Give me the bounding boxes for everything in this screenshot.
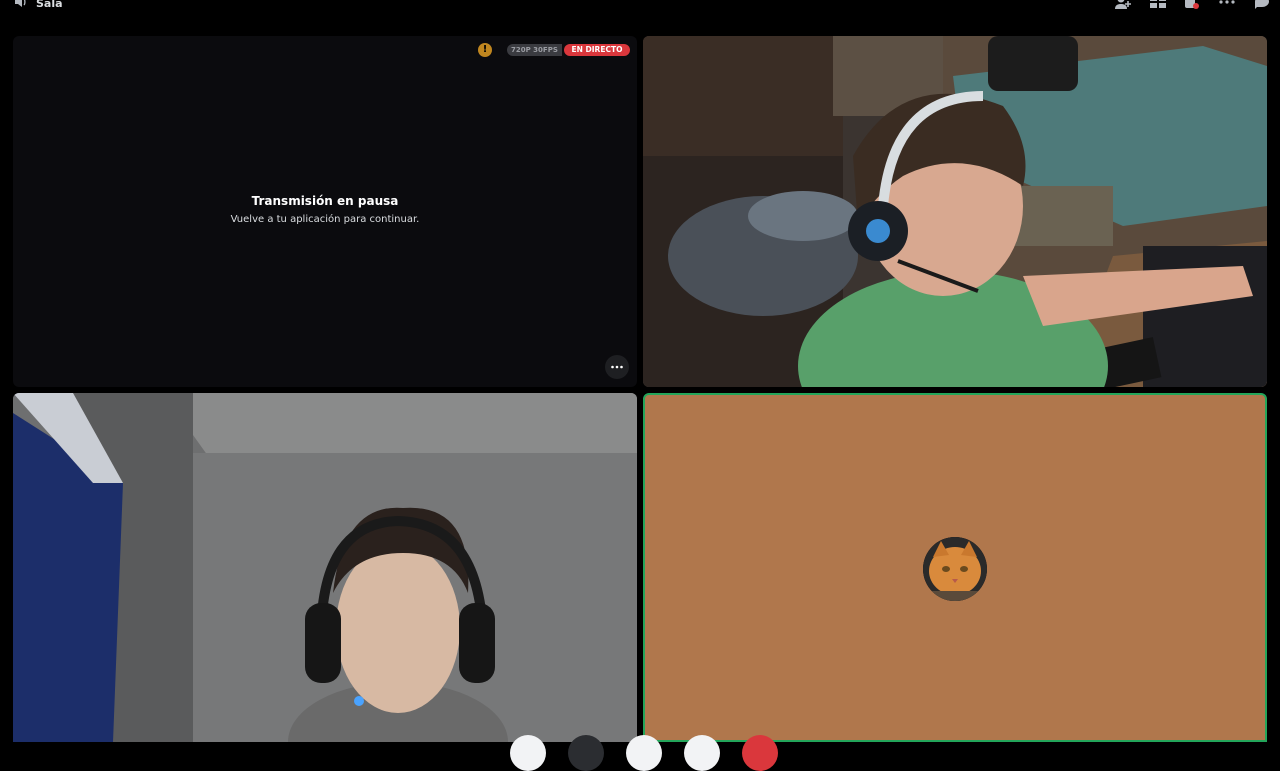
- camera-tile[interactable]: [643, 36, 1267, 387]
- call-controls: [510, 735, 778, 771]
- activity-button[interactable]: [626, 735, 662, 771]
- more-icon[interactable]: [1218, 0, 1236, 10]
- quality-badge: 720P 30FPS: [507, 44, 562, 56]
- soundboard-button[interactable]: [684, 735, 720, 771]
- activities-icon[interactable]: [1184, 0, 1200, 10]
- top-bar: Sala: [0, 0, 1280, 14]
- grid-layout-icon[interactable]: [1150, 0, 1166, 10]
- warning-icon[interactable]: !: [478, 43, 492, 57]
- add-member-icon[interactable]: [1114, 0, 1132, 10]
- avatar: [923, 537, 987, 601]
- camera-video: [643, 36, 1267, 387]
- paused-title: Transmisión en pausa: [251, 194, 399, 208]
- share-screen-button[interactable]: [568, 735, 604, 771]
- paused-subtitle: Vuelve a tu aplicación para continuar.: [230, 214, 420, 225]
- more-options-button[interactable]: [605, 355, 629, 379]
- camera-tile[interactable]: [13, 393, 637, 742]
- avatar-tile[interactable]: [643, 393, 1267, 742]
- chat-icon[interactable]: [1254, 0, 1270, 10]
- channel-header: Sala: [14, 0, 63, 11]
- camera-video: [13, 393, 637, 742]
- speaker-icon: [14, 0, 28, 11]
- channel-name: Sala: [36, 0, 63, 10]
- stream-tile[interactable]: ! 720P 30FPS EN DIRECTO Transmisión en p…: [13, 36, 637, 387]
- camera-toggle-button[interactable]: [510, 735, 546, 771]
- paused-message: Transmisión en pausa Vuelve a tu aplicac…: [13, 194, 637, 225]
- live-badge: EN DIRECTO: [564, 44, 630, 56]
- header-toolbar: [1114, 0, 1270, 10]
- disconnect-button[interactable]: [742, 735, 778, 771]
